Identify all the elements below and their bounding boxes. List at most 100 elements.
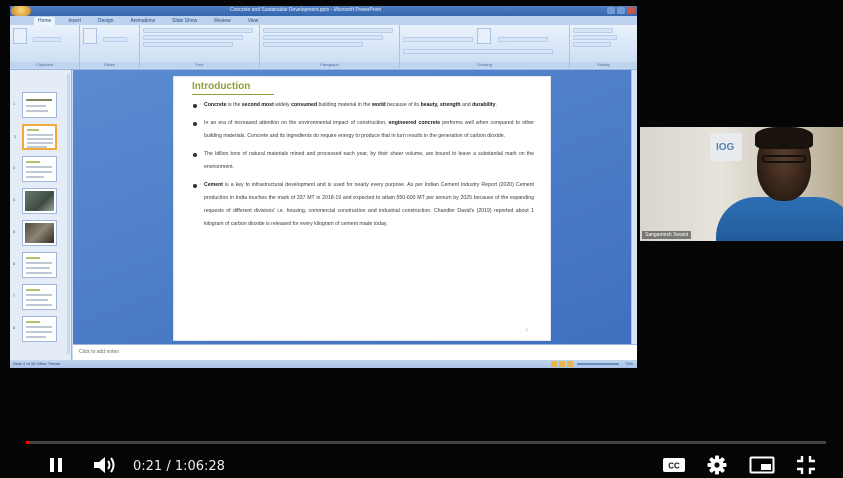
office-button [11, 6, 31, 16]
volume-button[interactable] [91, 454, 119, 476]
progress-played [26, 441, 31, 444]
ribbon-group-label: Clipboard [10, 62, 79, 68]
presenter-body [716, 197, 843, 241]
close-icon [627, 7, 635, 14]
bullet-text: . [495, 102, 497, 108]
exit-fullscreen-button[interactable] [793, 454, 819, 476]
ribbon-group-label: Editing [570, 62, 637, 68]
captions-icon: CC [663, 458, 685, 472]
bullet-bold-text: world [371, 102, 386, 108]
ribbon-tab: Review [214, 17, 231, 24]
slide-thumbnails-pane: 1 2 3 4 5 6 7 8 [10, 70, 72, 360]
minimize-icon [607, 7, 615, 14]
bullet-text: widely [273, 102, 292, 108]
ribbon-group-paragraph: Paragraph [260, 25, 400, 69]
ribbon-group-label: Slides [80, 62, 139, 68]
slide-thumbnail: 4 [13, 188, 57, 214]
ribbon-group-editing: Editing [570, 25, 637, 69]
zoom-level: 73% [624, 361, 633, 366]
bullet-bold-text: beauty, strength [420, 102, 461, 108]
photo-thumbnail [25, 223, 54, 243]
photo-thumbnail [25, 191, 54, 211]
bullet-text: is a key to infrastructural development … [204, 182, 534, 227]
slide-thumbnail-selected: 2 [14, 124, 57, 150]
ribbon-tab: Insert [68, 17, 81, 24]
bullet-text: because of its [385, 102, 421, 108]
slide-thumbnail: 5 [13, 220, 57, 246]
pause-button[interactable] [44, 454, 68, 476]
window-controls [607, 7, 635, 14]
miniplayer-icon [749, 456, 775, 474]
bullet-item: Cement is a key to infrastructural devel… [193, 179, 534, 231]
bullet-text: is the [226, 102, 242, 108]
slide-thumbnail: 6 [13, 252, 57, 278]
shapes-icon [477, 28, 492, 44]
wall-logo-text: IOG [716, 142, 735, 153]
participant-name: Sangamesh Swami [642, 231, 692, 239]
pause-icon [50, 458, 62, 472]
shared-screen-powerpoint: Concrete and Sustainable Development.ppt… [10, 6, 637, 368]
bullet-bold-text: second most [241, 102, 274, 108]
video-player[interactable]: Concrete and Sustainable Development.ppt… [0, 0, 843, 478]
ribbon-group-label: Font [140, 62, 259, 68]
title-underline [192, 94, 274, 95]
slide-canvas: Introduction Concrete is the second most… [73, 70, 631, 368]
slide-sorter-icon [559, 361, 565, 367]
ribbon: Clipboard Slides Font Paragraph Drawing … [10, 25, 637, 70]
captions-button[interactable]: CC [661, 454, 687, 476]
slide-thumbnail: 8 [13, 316, 57, 342]
svg-text:CC: CC [668, 462, 680, 471]
bullet-bold-text: durability [472, 102, 496, 108]
gear-icon [707, 455, 727, 475]
time-display: 0:21 / 1:06:28 [133, 459, 225, 474]
paste-icon [13, 28, 27, 44]
ribbon-tab: Home [34, 16, 56, 25]
slide-thumbnail: 3 [13, 156, 57, 182]
notes-pane: Click to add notes [73, 344, 637, 360]
bullet-text: The billion tons of natural materials mi… [204, 151, 534, 170]
volume-icon [94, 457, 115, 473]
zoom-slider [577, 363, 619, 365]
slide: Introduction Concrete is the second most… [173, 76, 551, 341]
bullet-item: The billion tons of natural materials mi… [193, 148, 534, 174]
slide-title: Introduction [192, 81, 251, 92]
presenter-hair [755, 127, 813, 149]
bullet-bold-text: Concrete [204, 102, 227, 108]
miniplayer-button[interactable] [748, 454, 776, 476]
slide-thumbnail: 7 [13, 284, 57, 310]
title-bar: Concrete and Sustainable Development.ppt… [10, 6, 637, 16]
ribbon-group-slides: Slides [80, 25, 140, 69]
status-bar: Slide 2 of 30 Office Theme 73% [10, 360, 637, 368]
bullet-item: Concrete is the second most widely consu… [193, 99, 534, 112]
ribbon-group-clipboard: Clipboard [10, 25, 80, 69]
normal-view-icon [551, 361, 557, 367]
ribbon-tab: View [247, 17, 259, 24]
thumbnail-scrollbar [67, 74, 70, 354]
ribbon-group-font: Font [140, 25, 260, 69]
webcam-feed: IOG Sangamesh Swami [640, 127, 843, 241]
bullet-bold-text: consumed [291, 102, 318, 108]
exit-fullscreen-icon [797, 456, 815, 474]
ribbon-tab: Slide Show [172, 17, 198, 24]
bullet-text: building material in the [317, 102, 372, 108]
slide-scrollbar [631, 70, 637, 344]
slide-thumbnail: 1 [13, 92, 57, 118]
ribbon-tab: Animations [130, 17, 156, 24]
settings-button[interactable] [705, 454, 729, 476]
ribbon-tabs: Home Insert Design Animations Slide Show… [10, 16, 637, 25]
status-text: Slide 2 of 30 Office Theme [13, 361, 61, 366]
ribbon-tab: Design [97, 17, 114, 24]
bullet-text: and [460, 102, 473, 108]
bullet-bold-text: Cement [204, 182, 224, 188]
progress-bar[interactable] [26, 441, 826, 444]
ribbon-group-label: Paragraph [260, 62, 399, 68]
bullet-bold-text: engineered concrete [388, 120, 441, 126]
maximize-icon [617, 7, 625, 14]
new-slide-icon [83, 28, 97, 44]
bullet-item: In an era of increased attention on the … [193, 117, 534, 143]
ribbon-group-drawing: Drawing [400, 25, 570, 69]
bullet-text: In an era of increased attention on the … [204, 120, 389, 126]
slide-bullet-list: Concrete is the second most widely consu… [193, 99, 534, 236]
slideshow-icon [567, 361, 573, 367]
window-title: Concrete and Sustainable Development.ppt… [230, 7, 381, 13]
